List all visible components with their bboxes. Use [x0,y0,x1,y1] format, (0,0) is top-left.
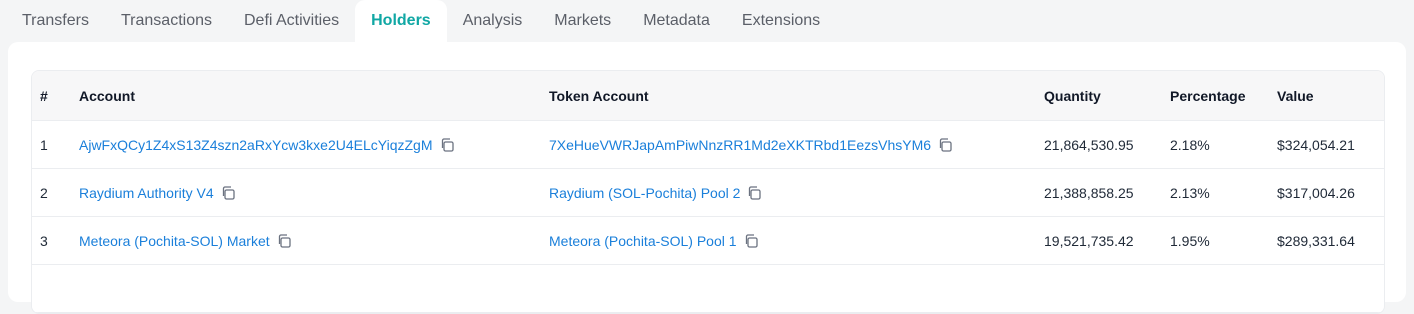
tab-holders[interactable]: Holders [355,0,447,42]
holders-table: # Account Token Account Quantity Percent… [31,70,1385,314]
tab-metadata[interactable]: Metadata [627,0,726,42]
token-account-link[interactable]: Raydium (SOL-Pochita) Pool 2 [549,185,740,201]
tab-bar: Transfers Transactions Defi Activities H… [0,0,1414,42]
account-cell: Meteora (Pochita-SOL) Market [79,217,292,264]
header-account: Account [79,87,135,104]
table-row: 2 Raydium Authority V4 Raydium (SOL-Poch… [32,169,1384,217]
account-cell: Raydium Authority V4 [79,169,236,216]
percentage-cell: 2.18% [1170,136,1210,153]
account-link[interactable]: Raydium Authority V4 [79,185,214,201]
copy-icon[interactable] [220,185,236,201]
row-index: 1 [40,136,48,153]
tab-markets[interactable]: Markets [538,0,627,42]
percentage-cell: 2.13% [1170,184,1210,201]
header-index: # [40,87,48,104]
tab-transfers[interactable]: Transfers [0,0,105,42]
holders-panel: # Account Token Account Quantity Percent… [8,42,1406,314]
value-cell: $289,331.64 [1277,232,1355,249]
copy-icon[interactable] [743,233,759,249]
token-account-cell: Raydium (SOL-Pochita) Pool 2 [549,169,762,216]
header-quantity: Quantity [1044,87,1101,104]
tab-analysis[interactable]: Analysis [447,0,539,42]
tab-transactions[interactable]: Transactions [105,0,228,42]
account-link[interactable]: Meteora (Pochita-SOL) Market [79,233,270,249]
token-account-cell: 7XeHueVWRJapAmPiwNnzRR1Md2eXKTRbd1EezsVh… [549,121,953,168]
account-link[interactable]: AjwFxQCy1Z4xS13Z4szn2aRxYcw3kxe2U4ELcYiq… [79,137,433,153]
tab-defi-activities[interactable]: Defi Activities [228,0,355,42]
table-header-row: # Account Token Account Quantity Percent… [32,71,1384,121]
table-row: 1 AjwFxQCy1Z4xS13Z4szn2aRxYcw3kxe2U4ELcY… [32,121,1384,169]
header-percentage: Percentage [1170,87,1246,104]
quantity-cell: 19,521,735.42 [1044,232,1134,249]
tab-extensions[interactable]: Extensions [726,0,836,42]
percentage-cell: 1.95% [1170,232,1210,249]
header-value: Value [1277,87,1314,104]
token-account-link[interactable]: 7XeHueVWRJapAmPiwNnzRR1Md2eXKTRbd1EezsVh… [549,137,931,153]
copy-icon[interactable] [937,137,953,153]
copy-icon[interactable] [746,185,762,201]
token-account-cell: Meteora (Pochita-SOL) Pool 1 [549,217,759,264]
value-cell: $317,004.26 [1277,184,1355,201]
account-cell: AjwFxQCy1Z4xS13Z4szn2aRxYcw3kxe2U4ELcYiq… [79,121,455,168]
row-index: 3 [40,232,48,249]
table-row [32,265,1384,313]
token-account-link[interactable]: Meteora (Pochita-SOL) Pool 1 [549,233,737,249]
copy-icon[interactable] [439,137,455,153]
header-token-account: Token Account [549,87,649,104]
copy-icon[interactable] [276,233,292,249]
row-index: 2 [40,184,48,201]
quantity-cell: 21,388,858.25 [1044,184,1134,201]
table-row: 3 Meteora (Pochita-SOL) Market Meteora (… [32,217,1384,265]
quantity-cell: 21,864,530.95 [1044,136,1134,153]
value-cell: $324,054.21 [1277,136,1355,153]
